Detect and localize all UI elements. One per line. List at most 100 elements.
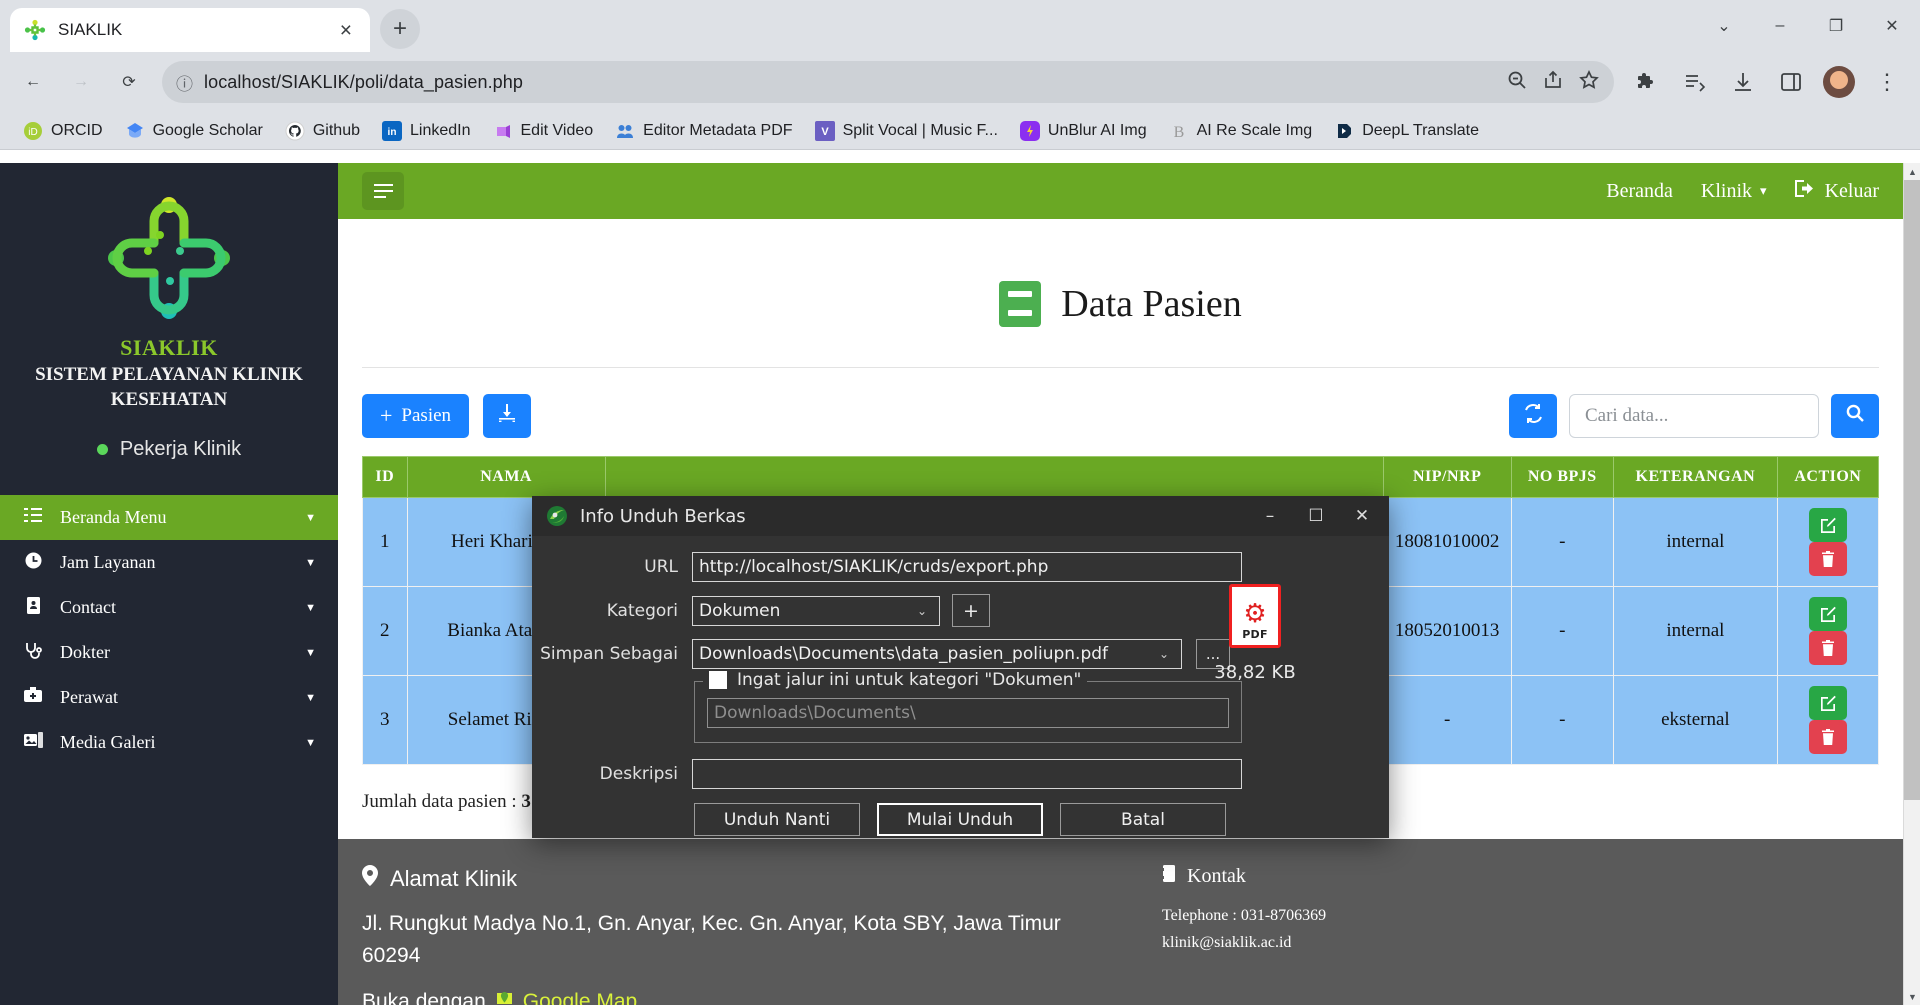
sidebar-item-perawat[interactable]: Perawat ▼ [0, 675, 338, 720]
file-size: 38,82 KB [1214, 662, 1296, 683]
avatar[interactable] [1818, 61, 1860, 103]
close-icon[interactable]: × [336, 20, 356, 41]
side-panel-icon[interactable] [1770, 61, 1812, 103]
medkit-icon [22, 687, 44, 708]
sidebar-item-media-galeri[interactable]: Media Galeri ▼ [0, 720, 338, 765]
nav-link-beranda[interactable]: Beranda [1606, 180, 1673, 203]
page-scrollbar[interactable]: ▲ ▼ [1903, 163, 1920, 1005]
bookmark-deepl-translate[interactable]: DeepL Translate [1323, 116, 1490, 146]
dialog-kategori-label: Kategori [606, 600, 678, 621]
trash-icon[interactable] [1808, 631, 1847, 665]
chevron-down-icon: ▼ [305, 736, 316, 749]
close-window-button[interactable]: ✕ [1864, 0, 1920, 52]
dialog-minimize-button[interactable]: – [1247, 496, 1293, 536]
edit-icon[interactable] [1808, 597, 1847, 631]
bookmark-google-scholar[interactable]: Google Scholar [114, 116, 274, 146]
download-icon [497, 403, 517, 429]
file-preview: ⚙ PDF 38,82 KB [1195, 584, 1315, 683]
chevron-down-icon[interactable]: ⌄ [905, 597, 939, 625]
edit-icon[interactable] [1808, 508, 1847, 542]
bookmark-github[interactable]: Github [274, 116, 371, 146]
bookmark-orcid[interactable]: iD ORCID [12, 116, 114, 146]
plus-icon: + [380, 403, 393, 428]
forward-icon[interactable]: → [60, 61, 102, 103]
dialog-maximize-button[interactable]: ☐ [1293, 496, 1339, 536]
sidebar-item-dokter[interactable]: Dokter ▼ [0, 630, 338, 675]
bookmark-ai-re-scale-img[interactable]: B AI Re Scale Img [1158, 116, 1324, 146]
bookmark-unblur-ai-img[interactable]: UnBlur AI Img [1009, 116, 1158, 146]
browser-tab[interactable]: SIAKLIK × [10, 8, 370, 52]
dialog-deskripsi-field[interactable] [692, 759, 1242, 789]
bookmark-editor-metadata-pdf[interactable]: Editor Metadata PDF [604, 116, 803, 146]
new-tab-button[interactable]: + [380, 9, 420, 49]
address-bar[interactable]: ⓘ localhost/SIAKLIK/poli/data_pasien.php [162, 61, 1614, 103]
linkedin-icon: in [382, 120, 402, 141]
scroll-down-icon[interactable]: ▼ [1904, 988, 1920, 1005]
record-count-label: Jumlah data pasien : [362, 791, 517, 812]
start-download-button[interactable]: Mulai Unduh [877, 803, 1043, 836]
minimize-button[interactable]: – [1752, 0, 1808, 52]
nav-link-keluar[interactable]: Keluar [1794, 179, 1879, 204]
siaklik-logo-icon [104, 193, 234, 323]
footer-google-map-link[interactable]: Google Map [523, 990, 637, 1005]
dialog-simpan-field[interactable]: Downloads\Documents\data_pasien_poliupn.… [692, 639, 1182, 669]
github-icon [285, 121, 305, 141]
maximize-button[interactable]: ❐ [1808, 0, 1864, 52]
bookmark-split-vocal[interactable]: V Split Vocal | Music F... [804, 116, 1009, 146]
refresh-button[interactable] [1509, 394, 1557, 438]
google-scholar-icon [125, 121, 145, 141]
dialog-kategori-select[interactable]: Dokumen ⌄ [692, 595, 940, 626]
google-map-icon [495, 989, 514, 1005]
nav-link-label: Klinik [1700, 179, 1753, 202]
add-patient-button[interactable]: + Pasien [362, 394, 470, 438]
navbar-links: Beranda Klinik ▾ Keluar [1606, 179, 1879, 204]
reading-list-icon[interactable] [1674, 61, 1716, 103]
current-user: Pekerja Klinik [18, 438, 320, 461]
chevron-down-icon[interactable]: ⌄ [1696, 0, 1752, 52]
browser-menu-icon[interactable]: ⋮ [1866, 61, 1908, 103]
search-input[interactable] [1569, 394, 1819, 438]
star-icon[interactable] [1578, 69, 1600, 96]
table-toolbar-right [1509, 394, 1879, 438]
deepl-icon [1334, 121, 1354, 141]
nav-link-label: Beranda [1606, 179, 1673, 202]
remember-path-checkbox[interactable] [709, 671, 727, 689]
share-icon[interactable] [1542, 69, 1564, 96]
remember-path-input[interactable]: Downloads\Documents\ [707, 698, 1229, 728]
search-button[interactable] [1831, 394, 1879, 438]
sidebar-item-label: Dokter [60, 642, 110, 663]
trash-icon[interactable] [1808, 542, 1847, 576]
cell-id: 1 [362, 497, 408, 587]
footer-address-text: Jl. Rungkut Madya No.1, Gn. Anyar, Kec. … [362, 912, 1061, 967]
site-info-icon[interactable]: ⓘ [176, 70, 193, 95]
chevron-down-icon[interactable]: ⌄ [1147, 640, 1181, 668]
reload-icon[interactable]: ⟳ [108, 61, 150, 103]
download-later-button[interactable]: Unduh Nanti [694, 803, 860, 836]
dialog-url-label: URL [644, 557, 678, 577]
export-button[interactable] [483, 394, 532, 438]
sidebar-item-contact[interactable]: Contact ▼ [0, 585, 338, 630]
sidebar-item-beranda-menu[interactable]: Beranda Menu ▼ [0, 495, 338, 541]
chevron-down-icon: ▼ [305, 646, 316, 659]
dialog-close-button[interactable]: ✕ [1339, 496, 1385, 536]
trash-icon[interactable] [1808, 720, 1847, 754]
dialog-url-field[interactable]: http://localhost/SIAKLIK/cruds/export.ph… [692, 552, 1242, 582]
add-category-button[interactable]: + [952, 594, 990, 627]
caret-down-icon: ▾ [1760, 183, 1767, 198]
edit-icon[interactable] [1808, 686, 1847, 720]
nav-link-klinik[interactable]: Klinik ▾ [1701, 180, 1767, 203]
download-icon[interactable] [1722, 61, 1764, 103]
bookmark-linkedin[interactable]: in LinkedIn [371, 116, 482, 146]
cancel-button[interactable]: Batal [1060, 803, 1226, 836]
search-zoom-icon[interactable] [1506, 69, 1528, 96]
sidebar-item-jam-layanan[interactable]: Jam Layanan ▼ [0, 540, 338, 585]
dialog-titlebar: Info Unduh Berkas – ☐ ✕ [532, 496, 1389, 536]
scrollbar-thumb[interactable] [1904, 180, 1920, 800]
puzzle-icon[interactable] [1626, 61, 1668, 103]
sidebar-toggle-icon[interactable] [362, 172, 404, 210]
bookmark-edit-video[interactable]: Edit Video [482, 116, 605, 146]
footer-contact-column: Kontak Telephone : 031-8706369 klinik@si… [1162, 865, 1326, 1005]
back-icon[interactable]: ← [12, 61, 54, 103]
cell-keterangan: eksternal [1613, 675, 1778, 765]
scroll-up-icon[interactable]: ▲ [1904, 163, 1920, 180]
